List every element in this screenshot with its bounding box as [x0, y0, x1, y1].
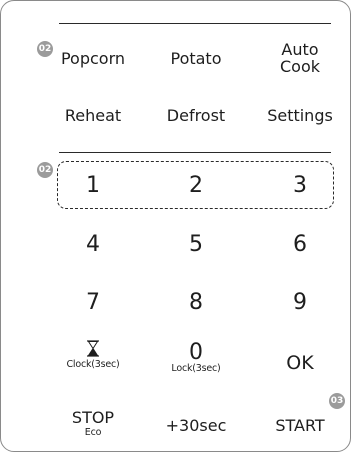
lock-sublabel: Lock(3sec) [171, 363, 221, 374]
key-1[interactable]: 1 [45, 173, 141, 199]
key-9[interactable]: 9 [252, 290, 348, 316]
key-5[interactable]: 5 [148, 232, 244, 258]
popcorn-button[interactable]: Popcorn [45, 50, 141, 68]
stop-button[interactable]: STOP Eco [45, 409, 141, 439]
middle-divider [59, 152, 331, 153]
key-7[interactable]: 7 [45, 290, 141, 316]
start-button[interactable]: START [252, 417, 348, 435]
badge-start: 03 [329, 393, 345, 409]
clock-sublabel: Clock(3sec) [66, 359, 120, 370]
stop-label: STOP [71, 408, 115, 427]
key-6[interactable]: 6 [252, 232, 348, 258]
auto-cook-button[interactable]: Auto Cook [252, 41, 348, 75]
settings-button[interactable]: Settings [252, 107, 348, 125]
top-divider [59, 23, 331, 24]
plus-30-sec-button[interactable]: +30sec [148, 417, 244, 435]
ok-button[interactable]: OK [252, 350, 348, 376]
reheat-button[interactable]: Reheat [45, 107, 141, 125]
key-8[interactable]: 8 [148, 290, 244, 316]
key-0[interactable]: 0 Lock(3sec) [148, 340, 244, 375]
clock-button[interactable]: Clock(3sec) [45, 340, 141, 371]
key-0-label: 0 [189, 340, 203, 365]
key-4[interactable]: 4 [45, 232, 141, 258]
potato-button[interactable]: Potato [148, 50, 244, 68]
eco-sublabel: Eco [84, 427, 102, 438]
key-3[interactable]: 3 [252, 173, 348, 199]
key-2[interactable]: 2 [148, 173, 244, 199]
hourglass-icon [87, 340, 99, 357]
control-panel: 0 2 Popcorn Potato Auto Cook Reheat Defro… [0, 0, 351, 452]
defrost-button[interactable]: Defrost [148, 107, 244, 125]
